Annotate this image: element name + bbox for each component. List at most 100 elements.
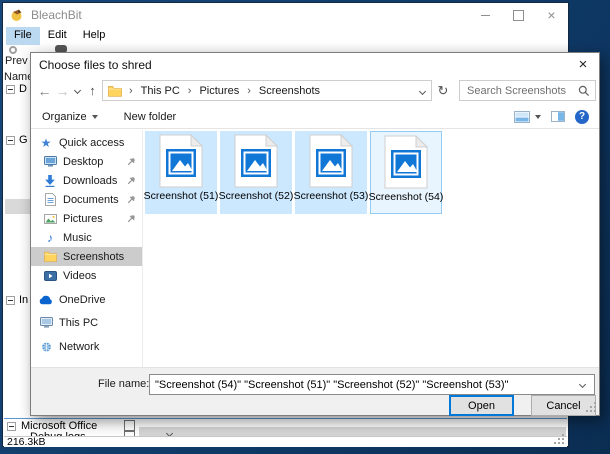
address-bar[interactable]: › This PC › Pictures › Screenshots xyxy=(102,80,432,101)
collapse-icon[interactable] xyxy=(6,85,15,94)
navigation-bar: › This PC › Pictures › Screenshots xyxy=(31,76,599,105)
dropdown-triangle-icon xyxy=(92,115,98,119)
tree-item-stub[interactable]: G xyxy=(6,134,28,146)
pin-icon xyxy=(127,195,136,204)
star-icon xyxy=(39,137,53,149)
sidebar-item-label: Documents xyxy=(63,194,119,206)
organize-button[interactable]: Organize xyxy=(42,111,98,123)
refresh-icon[interactable] xyxy=(434,83,452,99)
download-arrow-icon xyxy=(43,175,57,187)
sidebar-item-this-pc[interactable]: This PC xyxy=(31,313,142,332)
new-folder-button[interactable]: New folder xyxy=(124,111,177,123)
menu-file[interactable]: File xyxy=(6,27,40,45)
breadcrumb-screenshots[interactable]: Screenshots xyxy=(258,85,321,97)
sidebar-item-label: Network xyxy=(59,341,99,353)
file-name-combo xyxy=(149,374,595,395)
recent-locations-chevron-icon[interactable] xyxy=(71,88,83,93)
resize-grip[interactable] xyxy=(562,442,564,444)
bleachbit-app-icon xyxy=(10,8,24,22)
collapse-icon[interactable] xyxy=(6,136,15,145)
tree-item-stub[interactable]: D xyxy=(6,83,27,95)
document-icon xyxy=(43,193,57,206)
sidebar-item-desktop[interactable]: Desktop xyxy=(31,152,142,171)
sidebar-item-label: Videos xyxy=(63,270,96,282)
file-name-input[interactable] xyxy=(150,375,594,394)
sidebar-item-screenshots[interactable]: Screenshots xyxy=(31,247,142,266)
menu-help[interactable]: Help xyxy=(75,27,114,45)
sidebar-item-documents[interactable]: Documents xyxy=(31,190,142,209)
dialog-titlebar: Choose files to shred xyxy=(31,53,599,76)
sidebar-item-label: Downloads xyxy=(63,175,117,187)
collapse-icon[interactable] xyxy=(6,296,15,305)
address-chevron-icon[interactable] xyxy=(420,85,425,97)
pin-icon xyxy=(127,176,136,185)
resize-grip[interactable] xyxy=(594,410,596,412)
sidebar-item-label: Pictures xyxy=(63,213,103,225)
new-folder-label: New folder xyxy=(124,111,177,123)
cancel-button[interactable]: Cancel xyxy=(531,395,596,416)
close-icon[interactable] xyxy=(535,3,568,27)
status-bar: 216.3kB xyxy=(4,436,567,447)
file-tile-screenshot-51[interactable]: Screenshot (51) xyxy=(145,131,217,214)
sidebar-item-onedrive[interactable]: OneDrive xyxy=(31,290,142,309)
sidebar-item-network[interactable]: Network xyxy=(31,337,142,356)
file-name-label: Screenshot (52) xyxy=(219,190,294,202)
menu-edit[interactable]: Edit xyxy=(40,27,75,45)
file-tile-screenshot-52[interactable]: Screenshot (52) xyxy=(220,131,292,214)
sidebar-item-downloads[interactable]: Downloads xyxy=(31,171,142,190)
open-button-label: Open xyxy=(468,400,495,412)
breadcrumb-separator: › xyxy=(126,85,136,97)
breadcrumb-separator: › xyxy=(244,85,254,97)
collapse-icon[interactable] xyxy=(7,422,16,431)
sidebar-item-label: This PC xyxy=(59,317,98,329)
forward-icon xyxy=(54,83,71,99)
image-file-icon xyxy=(159,134,203,188)
change-view-button[interactable] xyxy=(514,111,541,123)
sidebar-item-quick-access[interactable]: Quick access xyxy=(31,133,142,152)
sidebar-item-music[interactable]: Music xyxy=(31,228,142,247)
search-input[interactable] xyxy=(460,81,595,100)
breadcrumb-separator: › xyxy=(185,85,195,97)
tree-selected-row xyxy=(5,199,32,214)
preview-icon[interactable] xyxy=(9,46,17,54)
search-icon[interactable] xyxy=(578,85,590,97)
folder-icon xyxy=(43,251,57,262)
preview-pane-icon xyxy=(551,111,565,122)
preview-pane-button[interactable] xyxy=(551,111,565,122)
sidebar-item-label: Desktop xyxy=(63,156,103,168)
checkbox[interactable] xyxy=(124,420,135,431)
breadcrumb-pictures[interactable]: Pictures xyxy=(198,85,240,97)
cancel-button-label: Cancel xyxy=(546,400,580,412)
sidebar-item-label: Screenshots xyxy=(63,251,124,263)
back-icon[interactable] xyxy=(35,83,54,99)
command-bar: Organize New folder xyxy=(31,105,599,129)
up-icon[interactable] xyxy=(83,83,102,98)
file-name-label: Screenshot (51) xyxy=(144,190,219,202)
file-dialog: Choose files to shred › This PC › Pictur… xyxy=(30,52,600,416)
file-list: Screenshot (51) Screenshot (52) xyxy=(143,130,599,367)
open-button[interactable]: Open xyxy=(449,395,514,416)
maximize-icon[interactable] xyxy=(502,3,535,27)
computer-icon xyxy=(39,317,53,328)
minimize-icon[interactable] xyxy=(469,3,502,27)
network-icon xyxy=(39,342,53,352)
video-icon xyxy=(43,271,57,281)
breadcrumb-this-pc[interactable]: This PC xyxy=(140,85,181,97)
sidebar-item-pictures[interactable]: Pictures xyxy=(31,209,142,228)
tree-item-label: D xyxy=(19,83,27,95)
dialog-title: Choose files to shred xyxy=(39,58,152,72)
treeview-border xyxy=(4,418,567,419)
tree-item-stub[interactable]: In xyxy=(6,294,28,306)
dialog-close-icon[interactable] xyxy=(567,53,599,76)
tree-item-label: In xyxy=(19,294,28,306)
preview-button[interactable]: Prev xyxy=(5,55,28,67)
file-tile-screenshot-54[interactable]: Screenshot (54) xyxy=(370,131,442,214)
thumbnails-view-icon xyxy=(514,111,530,123)
image-file-icon xyxy=(234,134,278,188)
help-icon[interactable] xyxy=(575,110,589,124)
tree-item-label: G xyxy=(19,134,28,146)
image-file-icon xyxy=(384,135,428,189)
sidebar-item-videos[interactable]: Videos xyxy=(31,266,142,285)
status-size: 216.3kB xyxy=(7,436,46,448)
file-tile-screenshot-53[interactable]: Screenshot (53) xyxy=(295,131,367,214)
